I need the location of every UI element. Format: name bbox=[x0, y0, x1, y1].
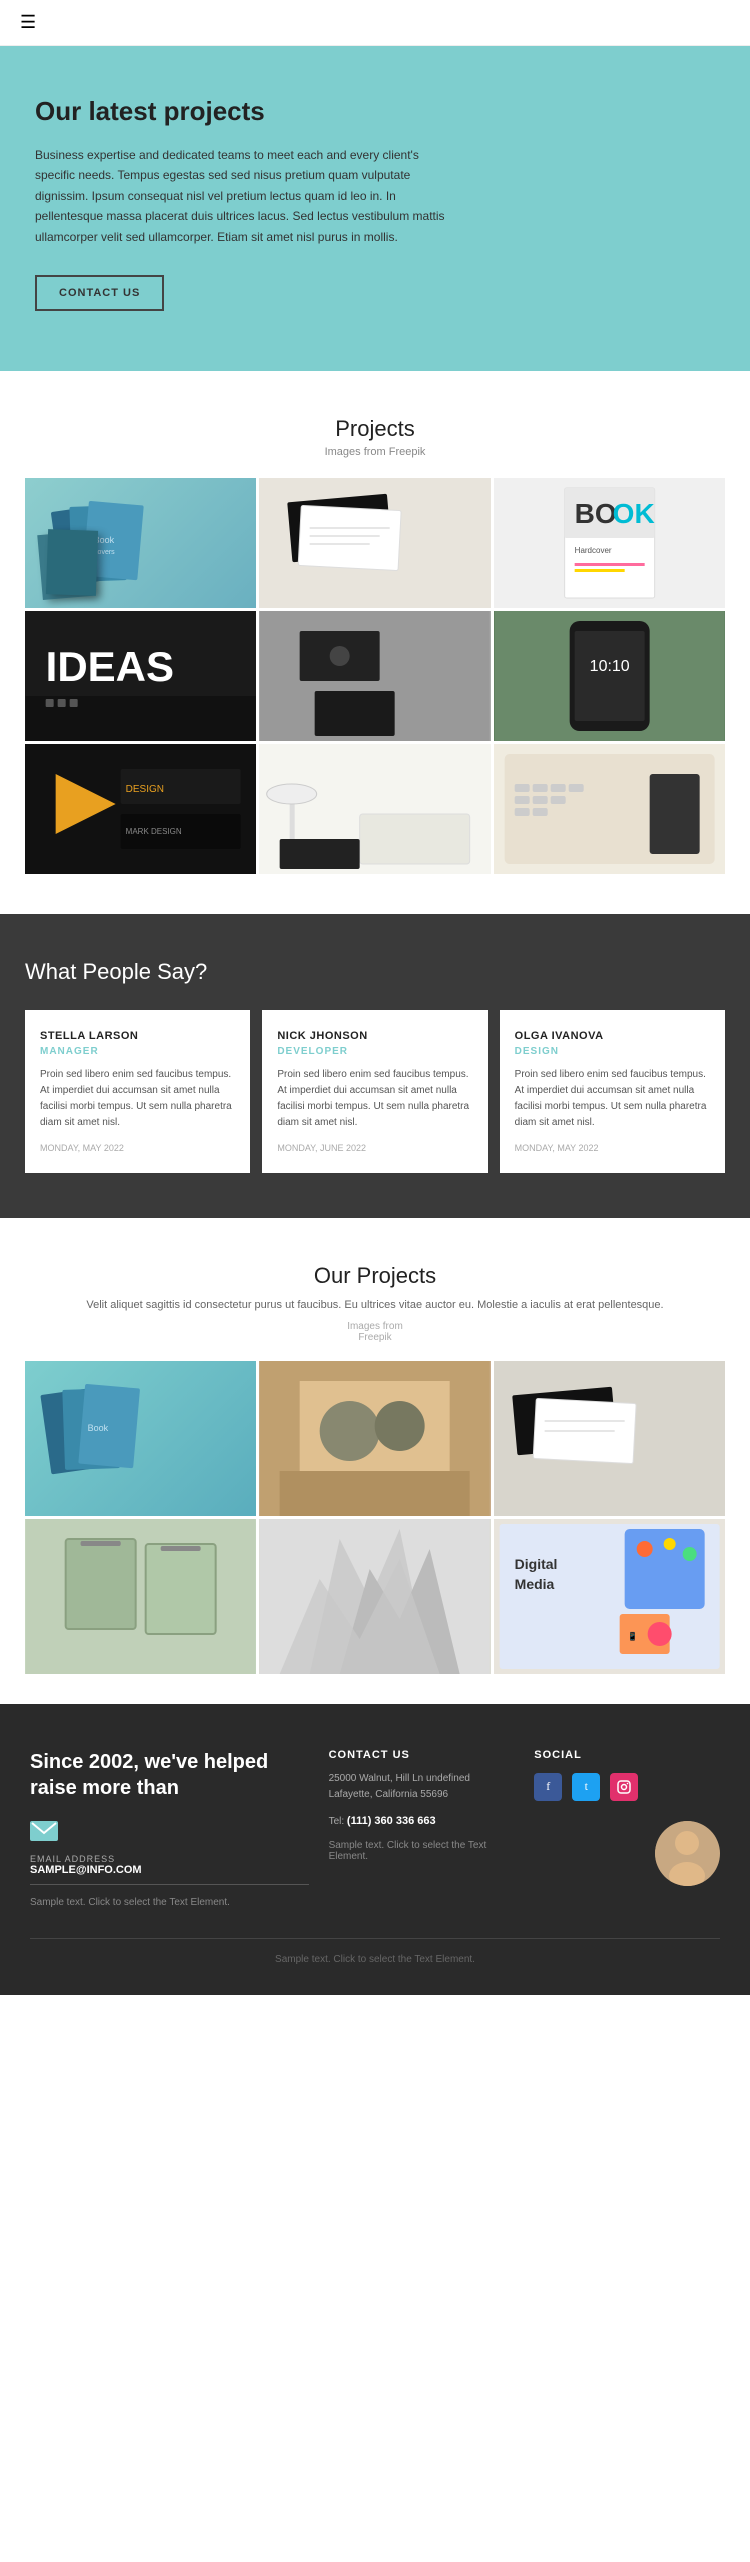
footer-address: 25000 Walnut, Hill Ln undefined Lafayett… bbox=[329, 1771, 515, 1803]
testimonials-title: What People Say? bbox=[25, 959, 725, 985]
our-project-image-1[interactable]: Book bbox=[25, 1361, 256, 1516]
svg-text:Book: Book bbox=[88, 1423, 109, 1433]
svg-text:MARK DESIGN: MARK DESIGN bbox=[126, 827, 182, 836]
footer: Since 2002, we've helped raise more than… bbox=[0, 1704, 750, 1995]
our-project-image-4[interactable] bbox=[25, 1519, 256, 1674]
testimonial-card-2: NICK JHONSON DEVELOPER Proin sed libero … bbox=[262, 1010, 487, 1173]
testimonial-card-1: STELLA LARSON MANAGER Proin sed libero e… bbox=[25, 1010, 250, 1173]
svg-text:OK: OK bbox=[612, 498, 654, 529]
project-image-3[interactable]: BO OK Hardcover bbox=[494, 478, 725, 608]
contact-us-button[interactable]: CONTACT US bbox=[35, 275, 164, 311]
footer-social-label: SOCIAL bbox=[534, 1749, 720, 1761]
project-image-7[interactable]: DESIGN MARK DESIGN bbox=[25, 744, 256, 874]
testimonials-grid: STELLA LARSON MANAGER Proin sed libero e… bbox=[25, 1010, 725, 1173]
footer-social-icons: f t bbox=[534, 1773, 720, 1801]
project-image-1[interactable]: Book Lovers bbox=[25, 478, 256, 608]
instagram-icon[interactable] bbox=[610, 1773, 638, 1801]
hero-section: Our latest projects Business expertise a… bbox=[0, 46, 750, 371]
footer-contact-label: CONTACT US bbox=[329, 1749, 515, 1761]
our-projects-grid: Book bbox=[25, 1361, 725, 1674]
footer-bottom: Sample text. Click to select the Text El… bbox=[30, 1938, 720, 1965]
our-projects-section: Our Projects Velit aliquet sagittis id c… bbox=[0, 1218, 750, 1704]
svg-text:Media: Media bbox=[514, 1576, 554, 1592]
our-projects-img-src: Images fromFreepik bbox=[25, 1321, 725, 1343]
footer-tagline: Since 2002, we've helped raise more than bbox=[30, 1749, 309, 1801]
svg-text:Book: Book bbox=[94, 535, 115, 545]
testimonial-text-2: Proin sed libero enim sed faucibus tempu… bbox=[277, 1067, 472, 1131]
our-project-image-6[interactable]: Digital Media 📱 bbox=[494, 1519, 725, 1674]
our-project-image-3[interactable] bbox=[494, 1361, 725, 1516]
projects-subtitle: Images from Freepik bbox=[25, 446, 725, 458]
project-image-9[interactable] bbox=[494, 744, 725, 874]
testimonial-text-1: Proin sed libero enim sed faucibus tempu… bbox=[40, 1067, 235, 1131]
our-project-image-2[interactable] bbox=[259, 1361, 490, 1516]
avatar bbox=[655, 1821, 720, 1886]
our-projects-title: Our Projects bbox=[25, 1263, 725, 1289]
footer-sample-text: Sample text. Click to select the Text El… bbox=[30, 1897, 309, 1908]
testimonial-role-3: DESIGN bbox=[515, 1046, 710, 1057]
projects-grid: Book Lovers BO bbox=[25, 478, 725, 874]
svg-text:IDEAS: IDEAS bbox=[46, 643, 174, 690]
our-projects-desc: Velit aliquet sagittis id consectetur pu… bbox=[25, 1297, 725, 1315]
testimonial-name-3: OLGA IVANOVA bbox=[515, 1030, 710, 1042]
footer-email[interactable]: SAMPLE@INFO.COM bbox=[30, 1864, 309, 1885]
our-project-image-5[interactable] bbox=[259, 1519, 490, 1674]
testimonial-date-3: MONDAY, MAY 2022 bbox=[515, 1143, 710, 1153]
svg-text:10:10: 10:10 bbox=[589, 658, 629, 675]
hamburger-menu-icon[interactable]: ☰ bbox=[20, 12, 36, 32]
testimonial-card-3: OLGA IVANOVA DESIGN Proin sed libero eni… bbox=[500, 1010, 725, 1173]
projects-title: Projects bbox=[25, 416, 725, 442]
svg-text:Digital: Digital bbox=[514, 1556, 557, 1572]
email-icon bbox=[30, 1821, 309, 1846]
project-image-2[interactable] bbox=[259, 478, 490, 608]
project-image-4[interactable]: IDEAS bbox=[25, 611, 256, 741]
testimonial-role-1: MANAGER bbox=[40, 1046, 235, 1057]
testimonial-name-1: STELLA LARSON bbox=[40, 1030, 235, 1042]
navigation: ☰ bbox=[0, 0, 750, 46]
footer-col-right: SOCIAL f t bbox=[534, 1749, 720, 1908]
project-image-5[interactable] bbox=[259, 611, 490, 741]
footer-tel[interactable]: (111) 360 336 663 bbox=[347, 1815, 436, 1827]
testimonial-date-1: MONDAY, MAY 2022 bbox=[40, 1143, 235, 1153]
facebook-icon[interactable]: f bbox=[534, 1773, 562, 1801]
footer-sample-text-2: Sample text. Click to select the Text El… bbox=[329, 1840, 515, 1862]
hero-description: Business expertise and dedicated teams t… bbox=[35, 145, 455, 247]
hero-title: Our latest projects bbox=[35, 96, 715, 127]
svg-text:BO: BO bbox=[574, 498, 616, 529]
footer-email-label: EMAIL ADDRESS bbox=[30, 1854, 309, 1864]
twitter-icon[interactable]: t bbox=[572, 1773, 600, 1801]
svg-text:Hardcover: Hardcover bbox=[574, 546, 611, 555]
footer-grid: Since 2002, we've helped raise more than… bbox=[30, 1749, 720, 1908]
svg-text:📱: 📱 bbox=[627, 1631, 637, 1641]
footer-tel-label: Tel: bbox=[329, 1816, 345, 1827]
testimonials-section: What People Say? STELLA LARSON MANAGER P… bbox=[0, 914, 750, 1218]
testimonial-text-3: Proin sed libero enim sed faucibus tempu… bbox=[515, 1067, 710, 1131]
svg-text:DESIGN: DESIGN bbox=[126, 784, 164, 795]
project-image-8[interactable] bbox=[259, 744, 490, 874]
svg-text:Lovers: Lovers bbox=[94, 549, 116, 556]
projects-section: Projects Images from Freepik Book Lovers bbox=[0, 371, 750, 914]
footer-col-left: Since 2002, we've helped raise more than… bbox=[30, 1749, 309, 1908]
project-image-6[interactable]: 10:10 bbox=[494, 611, 725, 741]
testimonial-date-2: MONDAY, JUNE 2022 bbox=[277, 1143, 472, 1153]
footer-col-mid: CONTACT US 25000 Walnut, Hill Ln undefin… bbox=[329, 1749, 515, 1908]
testimonial-role-2: DEVELOPER bbox=[277, 1046, 472, 1057]
testimonial-name-2: NICK JHONSON bbox=[277, 1030, 472, 1042]
